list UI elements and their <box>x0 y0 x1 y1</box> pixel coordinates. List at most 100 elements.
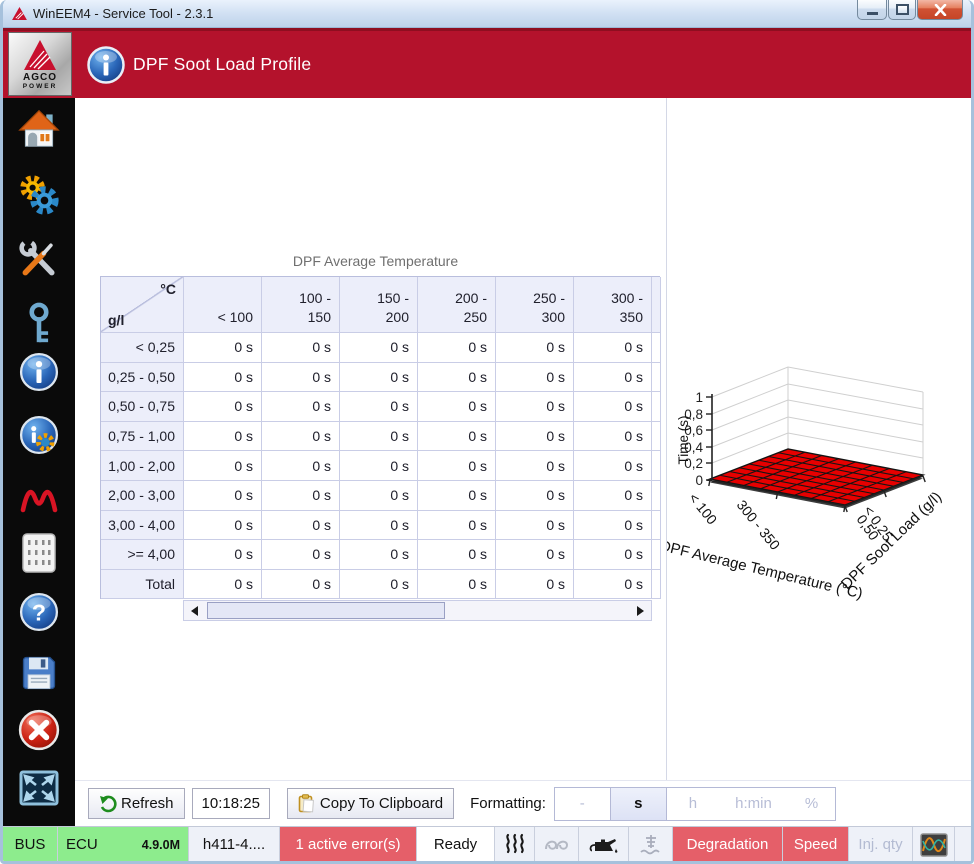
table-cell-clipped <box>652 540 661 570</box>
x-tick-label: 300 - 350 <box>734 497 784 553</box>
table-cell: 0 s <box>262 540 340 570</box>
table-cell: 0 s <box>496 510 574 541</box>
table-cell: 0 s <box>496 540 574 570</box>
sidebar-item-fullscreen fullscreen-icon[interactable] <box>19 770 59 806</box>
z-tick-label: 1 <box>695 390 703 405</box>
table-cell-clipped <box>652 480 661 511</box>
table-cell: 0 s <box>184 392 262 422</box>
table-cell: 0 s <box>262 392 340 422</box>
title-bar[interactable]: WinEEM4 - Service Tool - 2.3.1 <box>3 0 971 28</box>
agco-power-logo: AGCO POWER <box>8 32 72 96</box>
format-option-hmin[interactable]: h:min <box>719 788 789 820</box>
table-cell: 0 s <box>574 510 652 541</box>
x-tick-label: < 100 <box>686 490 721 528</box>
table-cell: 0 s <box>418 451 496 481</box>
row-label: 0,50 - 0,75 <box>101 392 184 422</box>
table-cell: 0 s <box>496 362 574 393</box>
sidebar-item-diagnostics info-gear-icon[interactable] <box>19 415 59 455</box>
table-cell: 0 s <box>340 451 418 481</box>
exhaust-heat-icon <box>495 827 535 861</box>
format-option-seconds[interactable]: s <box>609 787 668 820</box>
app-logo-icon <box>12 7 27 20</box>
column-header: 300 - 350 <box>574 277 652 333</box>
corner-unit-celsius: °C <box>160 281 176 297</box>
sidebar-item-settings gears-icon[interactable] <box>17 174 61 216</box>
table-cell: 0 s <box>340 480 418 511</box>
status-bar: BUS ECU 4.9.0M h411-4.... 1 active error… <box>3 826 971 861</box>
sidebar-item-measurements wave-icon[interactable] <box>19 480 59 514</box>
table-cell: 0 s <box>574 480 652 511</box>
formatting-label: Formatting: <box>470 795 546 812</box>
format-option-hours[interactable]: h <box>667 788 719 820</box>
x-axis-label: DPF Average Temperature (°C) <box>667 537 864 602</box>
table-cell: 0 s <box>262 480 340 511</box>
sidebar-item-home home-icon[interactable] <box>17 109 61 149</box>
row-label: 0,25 - 0,50 <box>101 362 184 393</box>
table-cell: 0 s <box>184 510 262 541</box>
scrollbar-track[interactable] <box>205 601 630 620</box>
table-horizontal-scrollbar[interactable] <box>183 600 652 621</box>
sidebar-item-service tools-icon[interactable] <box>17 238 61 280</box>
table-cell: 0 s <box>262 569 340 600</box>
page-title: DPF Soot Load Profile <box>133 54 312 74</box>
formatting-options: - s h h:min % <box>553 786 836 821</box>
sidebar-item-exit close-circle-icon[interactable] <box>18 709 60 751</box>
degradation-badge: Degradation <box>673 827 783 861</box>
table-corner-cell: °C g/l <box>101 277 184 333</box>
unit-id: h411-4.... <box>189 827 280 861</box>
sidebar-item-save save-icon[interactable] <box>19 653 59 693</box>
column-header-clipped <box>652 277 661 333</box>
row-label: >= 4,00 <box>101 540 184 570</box>
table-cell: 0 s <box>496 451 574 481</box>
row-label: 3,00 - 4,00 <box>101 510 184 541</box>
active-errors-badge[interactable]: 1 active error(s) <box>280 827 417 861</box>
copy-to-clipboard-button[interactable]: Copy To Clipboard <box>286 788 455 819</box>
table-cell: 0 s <box>340 421 418 452</box>
table-cell: 0 s <box>418 421 496 452</box>
table-cell: 0 s <box>184 451 262 481</box>
table-cell: 0 s <box>574 540 652 570</box>
inj-qty-indicator: Inj. qty <box>849 827 913 861</box>
maximize-icon <box>895 4 909 15</box>
format-option-none[interactable]: - <box>555 788 610 820</box>
column-header: 150 - 200 <box>340 277 418 333</box>
table-cell: 0 s <box>262 510 340 541</box>
corner-unit-gl: g/l <box>108 312 125 328</box>
sidebar-item-information info-circle-icon[interactable] <box>19 352 59 392</box>
sidebar-item-access key-icon[interactable] <box>19 302 59 346</box>
logo-text-agco: AGCO <box>23 71 57 83</box>
agco-triangle-icon <box>24 39 56 70</box>
scroll-left-button[interactable] <box>184 601 205 620</box>
close-icon <box>934 3 946 16</box>
table-cell: 0 s <box>340 392 418 422</box>
soot-table-panel: DPF Average Temperature DPF Soot Load °C… <box>75 98 666 780</box>
bottom-toolbar: Refresh 10:18:25 Copy To Clipboard Forma… <box>75 780 971 826</box>
format-option-percent[interactable]: % <box>788 788 835 820</box>
table-cell: 0 s <box>418 540 496 570</box>
table-cell: 0 s <box>184 540 262 570</box>
maximize-button[interactable] <box>888 0 916 20</box>
scroll-right-button[interactable] <box>630 601 651 620</box>
table-cell-clipped <box>652 392 661 422</box>
table-cell: 0 s <box>496 569 574 600</box>
logo-text-power: POWER <box>22 82 58 90</box>
sidebar-item-help help-icon[interactable]: ? <box>19 592 59 632</box>
ecu-status: ECU 4.9.0M <box>58 827 189 861</box>
table-cell: 0 s <box>340 333 418 363</box>
oscilloscope-icon[interactable] <box>913 827 955 861</box>
table-cell: 0 s <box>418 392 496 422</box>
oil-pressure-icon <box>579 827 629 861</box>
table-cell: 0 s <box>340 510 418 541</box>
close-button[interactable] <box>917 0 963 20</box>
table-cell: 0 s <box>418 362 496 393</box>
table-cell: 0 s <box>418 569 496 600</box>
table-cell: 0 s <box>574 392 652 422</box>
refresh-button[interactable]: Refresh <box>88 788 185 819</box>
window-title: WinEEM4 - Service Tool - 2.3.1 <box>33 6 214 21</box>
table-cell: 0 s <box>574 333 652 363</box>
minimize-button[interactable] <box>857 0 887 20</box>
sidebar-item-parameters keypad-icon[interactable] <box>20 532 58 574</box>
glow-plug-icon <box>535 827 579 861</box>
scrollbar-thumb[interactable] <box>207 602 445 619</box>
sw-version: 4.9.0M <box>141 837 180 852</box>
